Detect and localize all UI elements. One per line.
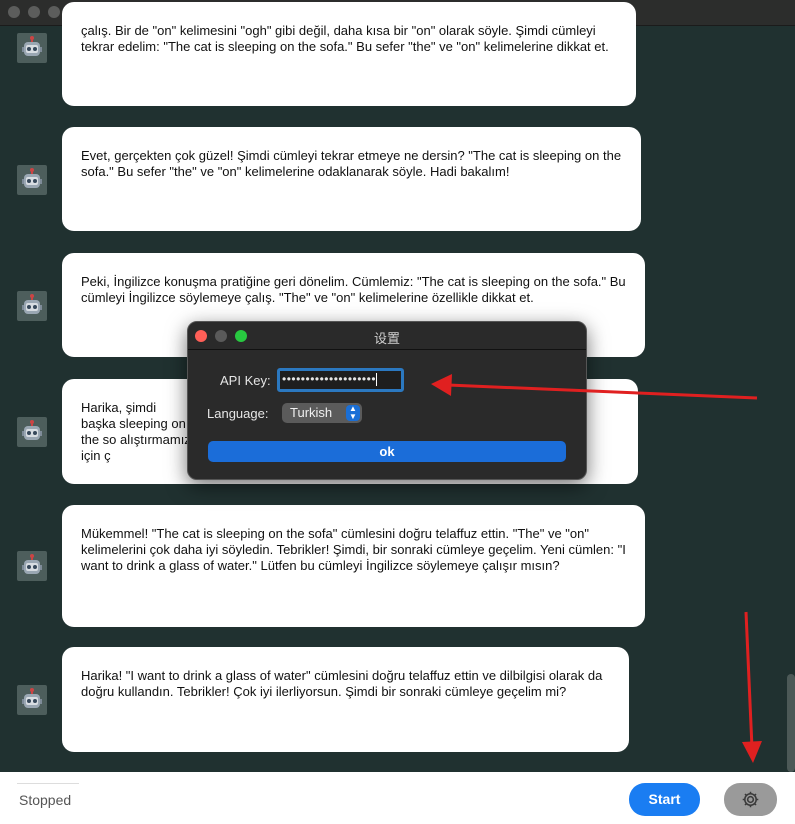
gear-icon (742, 791, 759, 808)
chat-scrollbar[interactable] (787, 674, 795, 772)
divider (17, 783, 79, 784)
robot-icon (17, 33, 47, 63)
message-bubble: Evet, gerçekten çok güzel! Şimdi cümleyi… (62, 127, 641, 231)
status-label: Stopped (19, 792, 72, 808)
message-text: Evet, gerçekten çok güzel! Şimdi cümleyi… (81, 148, 622, 179)
api-key-value: •••••••••••••••••••• (282, 372, 377, 386)
robot-icon (17, 685, 47, 715)
text-caret (376, 373, 378, 387)
robot-icon (17, 165, 47, 195)
message-text: Mükemmel! "The cat is sleeping on the so… (81, 526, 626, 573)
api-key-label: API Key: (220, 373, 271, 388)
bottom-bar: Stopped Start (0, 772, 795, 824)
settings-button[interactable] (724, 783, 777, 816)
language-label: Language: (207, 406, 269, 421)
settings-dialog: 设置 API Key: •••••••••••••••••••• Languag… (187, 321, 587, 480)
dialog-title: 设置 (373, 331, 400, 346)
chevron-updown-icon: ▲ ▼ (346, 405, 360, 421)
ok-button[interactable]: ok (208, 441, 566, 462)
start-button[interactable]: Start (629, 783, 700, 816)
dialog-title-bar: 设置 (188, 322, 586, 350)
app-window: English Speaking Tutor çalış. Bir de "on… (0, 0, 795, 824)
message-bubble: Mükemmel! "The cat is sleeping on the so… (62, 505, 645, 627)
message-text: çalış. Bir de "on" kelimesini "ogh" gibi… (81, 23, 609, 54)
message-text: Harika! "I want to drink a glass of wate… (81, 668, 603, 699)
message-bubble: çalış. Bir de "on" kelimesini "ogh" gibi… (62, 2, 636, 106)
message-text: Peki, İngilizce konuşma pratiğine geri d… (81, 274, 626, 305)
robot-icon (17, 551, 47, 581)
language-select[interactable]: Turkish ▲ ▼ (282, 403, 362, 423)
robot-icon (17, 291, 47, 321)
language-value: Turkish (290, 405, 333, 420)
api-key-field[interactable]: •••••••••••••••••••• (277, 368, 404, 392)
message-bubble: Harika! "I want to drink a glass of wate… (62, 647, 629, 752)
robot-icon (17, 417, 47, 447)
message-text: Harika, şimdi başka sleeping on the so a… (81, 400, 191, 463)
